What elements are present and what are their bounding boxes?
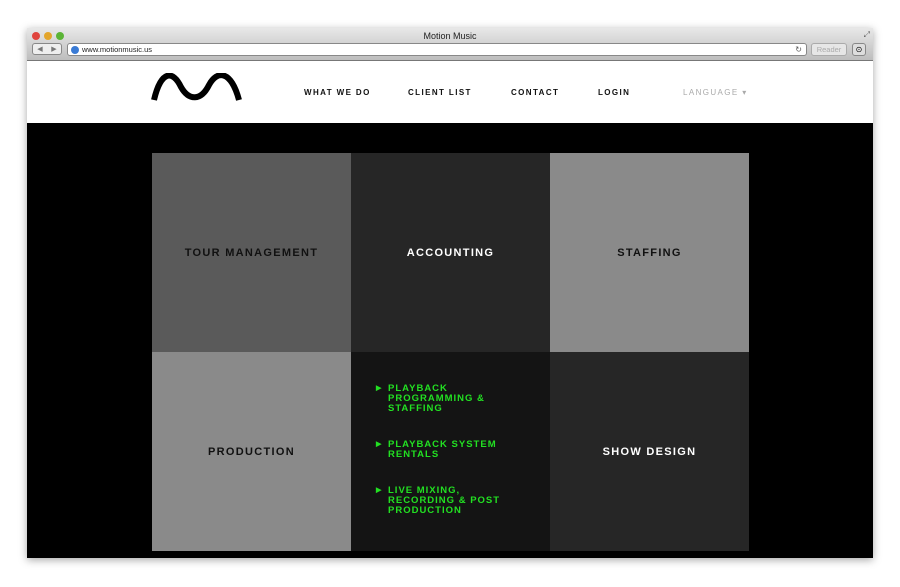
submenu-item[interactable]: ▶ LIVE MIXING, RECORDING & POST PRODUCTIO… [376,486,550,516]
submenu-item[interactable]: ▶ PLAYBACK PROGRAMMING & STAFFING [376,384,550,414]
browser-toolbar: Motion Music ⤢ ◀ ▶ www.motionmusic.us ↻ Re… [27,28,873,61]
tile-tour-management[interactable]: TOUR MANAGEMENT [152,153,351,352]
back-icon[interactable]: ◀ [37,45,42,53]
triangle-right-icon: ▶ [376,385,383,392]
forward-icon[interactable]: ▶ [51,45,56,53]
triangle-right-icon: ▶ [376,441,383,448]
tile-production[interactable]: PRODUCTION [152,352,351,551]
submenu-item[interactable]: ▶ PLAYBACK SYSTEM RENTALS [376,440,550,460]
logo[interactable] [151,73,243,103]
nav-client-list[interactable]: CLIENT LIST [408,88,472,97]
language-dropdown[interactable]: LANGUAGE ▾ [683,88,748,97]
fullscreen-icon[interactable]: ⤢ [864,30,870,40]
address-bar[interactable]: www.motionmusic.us ↻ [67,43,807,56]
reader-button[interactable]: Reader [811,43,847,56]
nav-login[interactable]: LOGIN [598,88,630,97]
main-content: TOUR MANAGEMENT ACCOUNTING STAFFING PROD… [27,123,873,558]
browser-window: Motion Music ⤢ ◀ ▶ www.motionmusic.us ↻ Re… [27,28,873,558]
window-title: Motion Music [423,31,477,41]
production-submenu: ▶ PLAYBACK PROGRAMMING & STAFFING ▶ PLAYBA… [351,352,550,551]
language-label: LANGUAGE [683,88,739,97]
triangle-right-icon: ▶ [376,487,383,494]
reload-icon[interactable]: ↻ [795,44,802,55]
tile-show-design[interactable]: SHOW DESIGN [550,352,749,551]
chevron-down-icon: ▾ [742,88,748,97]
tile-staffing[interactable]: STAFFING [550,153,749,352]
url-text: www.motionmusic.us [82,45,153,54]
back-forward-buttons[interactable]: ◀ ▶ [32,43,62,55]
nav-contact[interactable]: CONTACT [511,88,559,97]
downloads-button[interactable]: ⊙ [852,43,866,56]
site-header: WHAT WE DO CLIENT LIST CONTACT LOGIN LAN… [27,61,873,123]
globe-icon [71,46,79,54]
tile-accounting[interactable]: ACCOUNTING [351,153,550,352]
services-grid: TOUR MANAGEMENT ACCOUNTING STAFFING PROD… [152,153,749,551]
nav-what-we-do[interactable]: WHAT WE DO [304,88,371,97]
